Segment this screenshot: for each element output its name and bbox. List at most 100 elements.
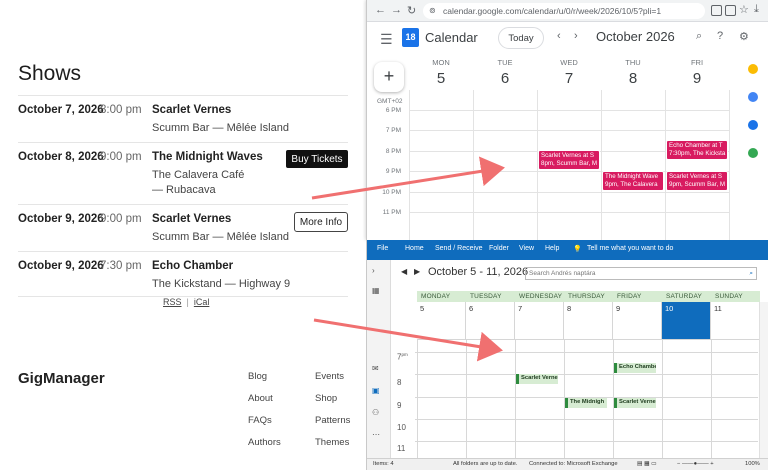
extension-icon[interactable] [711, 5, 722, 16]
calendar-event[interactable]: The Midnigh [565, 398, 607, 408]
bookmark-star-icon[interactable]: ☆ [739, 3, 749, 16]
event-title: Echo Chamber at T [669, 142, 723, 149]
calendar-search-input[interactable]: Search Andrés naptára ⌕ [525, 267, 757, 280]
tab-folder[interactable]: Folder [489, 245, 509, 252]
show-row: October 9, 2026 7:30 pm Echo Chamber The… [18, 251, 348, 297]
forward-icon[interactable]: → [391, 4, 402, 16]
footer-link-patterns[interactable]: Patterns [315, 415, 350, 426]
tab-send-receive[interactable]: Send / Receive [435, 245, 482, 252]
footer-link-themes[interactable]: Themes [315, 437, 349, 448]
hour-label: 8 PM [385, 148, 401, 155]
calendar-event[interactable]: Scarlet Vernes at S 8pm, Scumm Bar, M [538, 150, 600, 170]
next-week-icon[interactable]: ▶ [414, 267, 420, 276]
calendar-event[interactable]: Echo Chamber at T 7:30pm, The Kicksta [666, 140, 728, 160]
day-header-thu[interactable]: THU 8 [601, 58, 665, 87]
zoom-slider[interactable]: − ——●—— + [677, 461, 714, 467]
calendar-event[interactable]: Scarlet Verne [516, 374, 558, 384]
shows-heading: Shows [18, 62, 82, 85]
day-header: THURSDAY [564, 291, 613, 302]
maps-icon[interactable] [748, 148, 758, 158]
tab-help[interactable]: Help [545, 245, 559, 252]
day-header-fri[interactable]: FRI 9 [665, 58, 729, 87]
help-icon[interactable]: ? [717, 30, 723, 42]
show-venue: The Calavera Café — Rubacava [152, 169, 245, 196]
date-cell[interactable]: 6 [466, 302, 515, 340]
day-number: 7 [564, 70, 574, 87]
day-header-wed[interactable]: WED 7 [537, 58, 601, 87]
month-label[interactable]: October 2026 [596, 29, 675, 44]
show-date: October 7, 2026 [18, 104, 104, 116]
footer-link-blog[interactable]: Blog [248, 371, 267, 382]
footer-link-about[interactable]: About [248, 393, 273, 404]
footer-link-events[interactable]: Events [315, 371, 344, 382]
rss-link[interactable]: RSS [163, 297, 182, 307]
reload-icon[interactable]: ↻ [407, 4, 416, 17]
date-cell-today[interactable]: 10 [662, 302, 711, 340]
hour-label: 8 [397, 378, 402, 387]
day-header: MONDAY [417, 291, 466, 302]
collapse-arrow-icon[interactable]: › [372, 266, 375, 275]
feed-separator: | [186, 297, 189, 307]
date-navigator-icon[interactable]: ▦ [372, 286, 380, 295]
previous-week-icon[interactable]: ◀ [401, 267, 407, 276]
people-icon[interactable]: ⚇ [372, 408, 379, 417]
tasks-icon[interactable] [748, 92, 758, 102]
back-icon[interactable]: ← [375, 4, 386, 16]
tab-file[interactable]: File [377, 245, 388, 252]
more-apps-icon[interactable]: ⋯ [372, 430, 380, 439]
mail-icon[interactable]: ✉ [372, 364, 379, 373]
footer-link-faqs[interactable]: FAQs [248, 415, 272, 426]
keep-icon[interactable] [748, 64, 758, 74]
site-info-icon[interactable]: ⊚ [429, 3, 436, 19]
tell-me-search[interactable]: Tell me what you want to do [587, 245, 673, 252]
event-title: Scarlet Vernes at S [669, 173, 722, 180]
date-cell[interactable]: 8 [564, 302, 613, 340]
view-toggle-icon[interactable]: ▤ ▦ ▭ [637, 461, 657, 467]
more-info-button[interactable]: More Info [294, 212, 348, 232]
lightbulb-icon: 💡 [573, 246, 582, 253]
search-icon[interactable]: ⌕ [749, 268, 753, 279]
event-details: 9pm, Scumm Bar, M [669, 181, 726, 188]
next-week-icon[interactable]: › [574, 30, 578, 42]
site-brand[interactable]: GigManager [18, 370, 105, 387]
grid-line [515, 340, 516, 458]
grid-line [409, 90, 410, 240]
ical-link[interactable]: iCal [194, 297, 210, 307]
calendar-event[interactable]: The Midnight Wave 9pm, The Calavera [602, 171, 664, 191]
footer-link-authors[interactable]: Authors [248, 437, 281, 448]
date-cell[interactable]: 7 [515, 302, 564, 340]
calendar-event[interactable]: Scarlet Verne [614, 398, 656, 408]
hour-label: 9 [397, 401, 402, 410]
sync-status: All folders are up to date. [453, 461, 518, 467]
date-cell[interactable]: 5 [417, 302, 466, 340]
show-date: October 9, 2026 [18, 213, 104, 225]
tab-home[interactable]: Home [405, 245, 424, 252]
footer-link-shop[interactable]: Shop [315, 393, 337, 404]
vertical-scrollbar[interactable] [759, 302, 768, 458]
day-number: 5 [436, 70, 446, 87]
calendar-event[interactable]: Echo Chambe [614, 363, 656, 373]
buy-tickets-button[interactable]: Buy Tickets [286, 150, 348, 168]
date-cell[interactable]: 11 [711, 302, 760, 340]
tab-view[interactable]: View [519, 245, 534, 252]
search-icon[interactable]: ⌕ [696, 30, 702, 43]
grid-line [665, 90, 666, 240]
day-header: SUNDAY [711, 291, 760, 302]
download-icon[interactable]: ⤓ [754, 3, 759, 16]
hamburger-menu-icon[interactable]: ☰ [380, 31, 393, 48]
calendar-event[interactable]: Scarlet Vernes at S 9pm, Scumm Bar, M [666, 171, 728, 191]
day-header-mon[interactable]: MON 5 [409, 58, 473, 87]
date-cell[interactable]: 9 [613, 302, 662, 340]
create-event-button[interactable]: + [374, 62, 404, 92]
settings-gear-icon[interactable]: ⚙ [739, 30, 749, 43]
calendar-icon[interactable]: ▣ [372, 386, 380, 395]
address-bar[interactable]: ⊚ calendar.google.com/calendar/u/0/r/wee… [423, 3, 705, 19]
today-button[interactable]: Today [498, 27, 544, 49]
show-band: Scarlet Vernes [152, 213, 232, 225]
previous-week-icon[interactable]: ‹ [557, 30, 561, 42]
grid-line [729, 90, 730, 240]
day-header-tue[interactable]: TUE 6 [473, 58, 537, 87]
extension-icon[interactable] [725, 5, 736, 16]
contacts-icon[interactable] [748, 120, 758, 130]
grid-line [601, 90, 602, 240]
